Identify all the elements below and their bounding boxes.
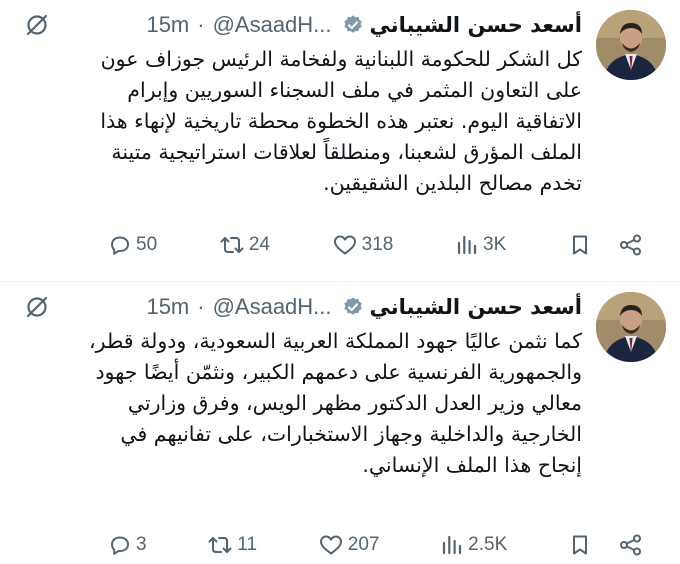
- bookmark-button[interactable]: [568, 233, 596, 257]
- tweet-text-line: على التعاون المثمر في ملف السجناء السوري…: [127, 78, 582, 102]
- share-icon: [618, 533, 648, 557]
- bookmark-button[interactable]: [568, 533, 596, 557]
- bookmark-icon: [568, 533, 596, 557]
- views-count: 2.5K: [468, 534, 508, 555]
- repost-icon: [219, 233, 249, 257]
- tweet-text: كما نثمن عاليًا جهود المملكة العربية الس…: [22, 326, 582, 481]
- tweet-text-line: كما نثمن عاليًا جهود المملكة العربية الس…: [89, 329, 582, 353]
- repost-button[interactable]: 24: [219, 233, 270, 257]
- avatar[interactable]: [596, 292, 666, 362]
- reply-icon: [108, 233, 136, 257]
- like-count: 207: [347, 534, 380, 555]
- timestamp[interactable]: 15m: [146, 12, 189, 38]
- reply-button[interactable]: 3: [108, 533, 147, 557]
- share-button[interactable]: [618, 533, 648, 557]
- tweet-text-line: معالي وزير العدل الدكتور مظهر الويس، وفر…: [127, 391, 582, 415]
- repost-button[interactable]: 11: [207, 533, 257, 557]
- bookmark-icon: [568, 233, 596, 257]
- reply-button[interactable]: 50: [108, 233, 157, 257]
- like-button[interactable]: 318: [332, 233, 394, 257]
- separator-dot: ·: [197, 12, 205, 37]
- action-bar: 3 11 207 2.5K: [108, 530, 648, 560]
- tweet-text-line: إنجاح هذا الملف الإنساني.: [362, 453, 582, 477]
- tweet[interactable]: أسعد حسن الشيباني @AsaadH... · 15m كما ن…: [0, 282, 680, 564]
- bookmark-share-group: [568, 533, 648, 557]
- tweet-text: كل الشكر للحكومة اللبنانية ولفخامة الرئي…: [22, 44, 582, 199]
- verified-badge-icon: [342, 14, 364, 36]
- share-icon: [618, 233, 648, 257]
- views-icon: [455, 233, 483, 257]
- tweet-text-line: تخدم مصالح البلدين الشقيقين.: [323, 171, 582, 195]
- share-button[interactable]: [618, 233, 648, 257]
- views-count: 3K: [483, 234, 507, 255]
- repost-icon: [207, 533, 237, 557]
- views-button[interactable]: 2.5K: [440, 533, 507, 557]
- avatar[interactable]: [596, 10, 666, 80]
- author-handle[interactable]: @AsaadH...: [213, 12, 332, 38]
- author-handle[interactable]: @AsaadH...: [213, 294, 332, 320]
- repost-count: 24: [248, 234, 270, 255]
- like-count: 318: [361, 234, 394, 255]
- tweet-header: أسعد حسن الشيباني @AsaadH... · 15m: [12, 8, 582, 42]
- reply-count: 3: [136, 534, 147, 555]
- like-icon: [332, 233, 362, 257]
- tweet-text-line: والجمهورية الفرنسية على دعمهم الكبير، ون…: [95, 360, 582, 384]
- like-button[interactable]: 207: [318, 533, 380, 557]
- timestamp[interactable]: 15m: [146, 294, 189, 320]
- views-button[interactable]: 3K: [455, 233, 506, 257]
- like-icon: [318, 533, 348, 557]
- grok-icon[interactable]: [24, 12, 50, 38]
- tweet-text-line: الخارجية والداخلية وجهاز الاستخبارات، عل…: [120, 422, 582, 446]
- verified-badge-icon: [342, 296, 364, 318]
- separator-dot: ·: [197, 294, 205, 319]
- tweet-text-line: الاتفاقية اليوم. نعتبر هذه الخطوة محطة ت…: [100, 109, 582, 133]
- tweet-header: أسعد حسن الشيباني @AsaadH... · 15m: [12, 290, 582, 324]
- reply-count: 50: [136, 234, 158, 255]
- action-bar: 50 24 318 3K: [108, 230, 648, 260]
- author-name[interactable]: أسعد حسن الشيباني: [370, 295, 582, 319]
- reply-icon: [108, 533, 136, 557]
- repost-count: 11: [237, 534, 258, 555]
- bookmark-share-group: [568, 233, 648, 257]
- grok-icon[interactable]: [24, 294, 50, 320]
- tweet-text-line: كل الشكر للحكومة اللبنانية ولفخامة الرئي…: [100, 47, 582, 71]
- views-icon: [440, 533, 468, 557]
- author-name[interactable]: أسعد حسن الشيباني: [370, 13, 582, 37]
- tweet-text-line: الملف المؤرق لشعبنا، ومنطلقاً لعلاقات اس…: [111, 140, 582, 164]
- tweet[interactable]: أسعد حسن الشيباني @AsaadH... · 15m كل ال…: [0, 0, 680, 282]
